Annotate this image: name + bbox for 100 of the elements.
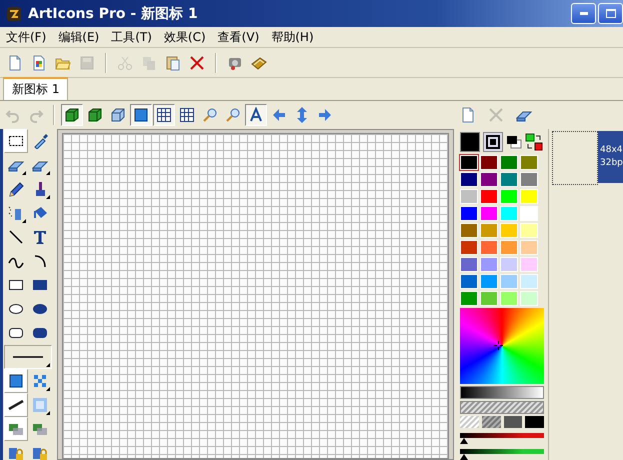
crosshair-icon	[494, 341, 503, 350]
color-swatch[interactable]	[480, 291, 498, 306]
letter-t-icon	[32, 229, 48, 245]
color-swatch[interactable]	[520, 240, 538, 255]
corner-arrow-icon	[46, 363, 50, 367]
color-swatch[interactable]	[480, 155, 498, 170]
line-icon	[8, 229, 24, 245]
eyedropper-icon	[32, 133, 48, 149]
color-swatch[interactable]	[480, 240, 498, 255]
square-icon	[133, 107, 149, 123]
rectangle-icon	[8, 277, 24, 293]
icon-format-tile[interactable]: 48x4 32bp	[598, 131, 623, 183]
color-swatch[interactable]	[480, 257, 498, 272]
color-swatch[interactable]	[500, 206, 518, 221]
book-icon	[251, 54, 267, 70]
toolbar-button[interactable]	[61, 104, 83, 126]
square-icon	[8, 373, 24, 389]
color-swatch[interactable]	[500, 189, 518, 204]
paint-bucket-icon	[32, 205, 48, 221]
page-colors-icon	[31, 54, 47, 70]
overlapping-squares-icon	[8, 421, 24, 437]
color-swatch[interactable]	[460, 155, 478, 170]
corner-arrow-icon	[46, 411, 50, 415]
menu-item[interactable]: 效果(C)	[162, 28, 208, 46]
swap-colors-icon[interactable]	[525, 133, 543, 151]
minimize-icon	[580, 12, 588, 15]
pencil-icon	[8, 181, 24, 197]
color-swatch[interactable]	[520, 291, 538, 306]
color-swatch[interactable]	[520, 257, 538, 272]
menu-item[interactable]: 编辑(E)	[56, 28, 102, 46]
color-swatch[interactable]	[480, 172, 498, 187]
color-swatch[interactable]	[480, 274, 498, 289]
color-swatch[interactable]	[520, 206, 538, 221]
glow-square-icon	[32, 397, 48, 413]
color-swatch[interactable]	[460, 206, 478, 221]
spray-can-icon	[8, 205, 24, 221]
color-swatch[interactable]	[520, 223, 538, 238]
menu-item[interactable]: 工具(T)	[109, 28, 154, 46]
color-swatch[interactable]	[460, 172, 478, 187]
grid-icon	[156, 107, 172, 123]
color-picker-field[interactable]	[460, 308, 544, 384]
color-swatch[interactable]	[460, 257, 478, 272]
color-swatch[interactable]	[500, 155, 518, 170]
left-arrow-icon	[271, 107, 287, 123]
diagonal-line-icon	[8, 397, 24, 413]
app-icon	[6, 6, 22, 22]
cube-icon	[87, 107, 103, 123]
document-tab[interactable]: 新图标 1	[3, 77, 68, 100]
corner-arrow-icon	[22, 219, 26, 223]
corner-arrow-icon	[46, 195, 50, 199]
color-swatch[interactable]	[520, 155, 538, 170]
color-pair-icon[interactable]	[506, 134, 522, 150]
color-swatch[interactable]	[460, 291, 478, 306]
color-swatch[interactable]	[480, 206, 498, 221]
foreground-color-swatch[interactable]	[460, 132, 480, 152]
toolbar-button[interactable]	[130, 104, 152, 126]
grid-icon	[179, 107, 195, 123]
menu-item[interactable]: 帮助(H)	[269, 28, 316, 46]
color-swatch[interactable]	[480, 189, 498, 204]
format-label: 48x4	[600, 144, 623, 157]
color-swatch[interactable]	[500, 291, 518, 306]
magnifier-icon	[202, 107, 218, 123]
color-swatch[interactable]	[500, 274, 518, 289]
frame-button[interactable]	[483, 132, 503, 152]
copy-icon	[141, 54, 157, 70]
color-swatch[interactable]	[460, 274, 478, 289]
tool-button[interactable]	[4, 345, 52, 369]
color-swatch[interactable]	[460, 223, 478, 238]
color-swatch[interactable]	[460, 240, 478, 255]
color-swatch[interactable]	[520, 189, 538, 204]
nested-squares-icon	[486, 135, 500, 149]
minimize-button[interactable]	[571, 3, 596, 24]
color-swatch[interactable]	[520, 274, 538, 289]
pattern-swatch[interactable]	[482, 416, 500, 428]
color-swatch[interactable]	[460, 189, 478, 204]
window-title: ArtIcons Pro - 新图标 1	[28, 4, 198, 22]
right-arrow-icon	[317, 107, 333, 123]
toolbar-button[interactable]	[245, 104, 267, 126]
toolbar-button[interactable]	[153, 104, 175, 126]
maximize-icon	[606, 9, 616, 18]
pattern-swatch[interactable]	[460, 416, 479, 428]
menu-item[interactable]: 文件(F)	[4, 28, 48, 46]
maximize-button[interactable]	[598, 3, 623, 24]
menu-item[interactable]: 查看(V)	[216, 28, 262, 46]
corner-arrow-icon	[46, 387, 50, 391]
color-swatch[interactable]	[500, 240, 518, 255]
color-swatch[interactable]	[480, 223, 498, 238]
color-swatch[interactable]	[500, 172, 518, 187]
color-swatch[interactable]	[500, 223, 518, 238]
color-swatch[interactable]	[500, 257, 518, 272]
color-swatch[interactable]	[520, 172, 538, 187]
scissors-icon	[117, 54, 133, 70]
floppy-icon	[79, 54, 95, 70]
overlapping-squares-icon	[32, 421, 48, 437]
box-icon	[110, 107, 126, 123]
pattern-swatch[interactable]	[504, 416, 522, 428]
pattern-swatch[interactable]	[525, 416, 544, 428]
filled-rounded-rectangle-icon	[32, 325, 48, 341]
shade-gradient-bar[interactable]	[460, 386, 544, 399]
clipboard-icon	[165, 54, 181, 70]
